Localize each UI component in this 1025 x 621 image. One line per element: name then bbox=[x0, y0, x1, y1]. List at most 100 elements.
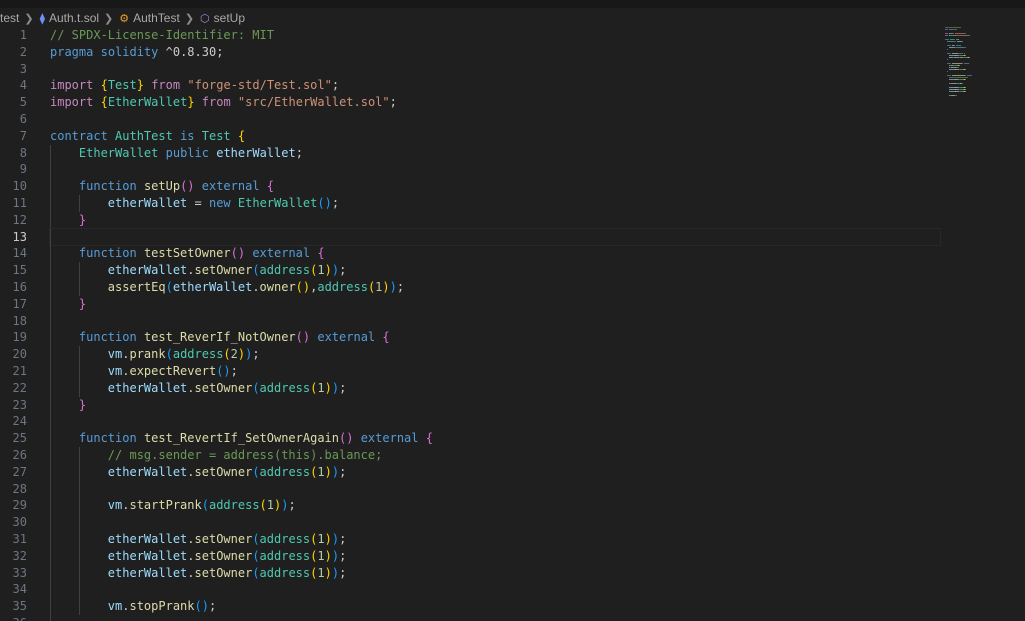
line-number: 5 bbox=[19, 95, 27, 110]
line-number: 14 bbox=[12, 246, 27, 261]
breadcrumb-method[interactable]: ⬡ setUp bbox=[200, 11, 245, 25]
indent-guide bbox=[50, 278, 51, 296]
code-token: function bbox=[78, 179, 137, 194]
minimap-mark bbox=[957, 67, 959, 68]
code-line[interactable] bbox=[50, 480, 940, 498]
minimap-mark bbox=[958, 39, 959, 40]
indent-guide bbox=[78, 362, 80, 380]
line-number: 29 bbox=[12, 498, 27, 513]
code-token: ( bbox=[165, 347, 173, 362]
code-line[interactable] bbox=[50, 61, 940, 78]
line-number: 30 bbox=[12, 515, 27, 530]
code-token: startPrank bbox=[129, 498, 202, 513]
minimap-mark bbox=[947, 41, 953, 42]
breadcrumb-folder[interactable]: test bbox=[0, 11, 19, 25]
code-token: ; bbox=[339, 548, 347, 563]
code-token: . bbox=[187, 548, 195, 563]
code-token: address bbox=[259, 531, 311, 546]
minimap-mark bbox=[958, 35, 969, 36]
code-line[interactable]: // msg.sender = address(this).balance; bbox=[50, 446, 940, 464]
breadcrumb-contract[interactable]: ⚙ AuthTest bbox=[119, 11, 180, 25]
breadcrumb-file[interactable]: ⧫ Auth.t.sol bbox=[40, 11, 99, 25]
code-token: vm bbox=[107, 363, 123, 378]
code-line[interactable] bbox=[50, 111, 940, 128]
code-line[interactable]: etherWallet.setOwner(address(1)); bbox=[50, 547, 940, 565]
code-token: ) bbox=[389, 279, 397, 294]
code-line[interactable]: etherWallet = new EtherWallet(); bbox=[50, 194, 940, 212]
code-line[interactable]: contract AuthTest is Test { bbox=[50, 128, 940, 145]
line-number: 16 bbox=[12, 279, 27, 294]
code-line[interactable]: function test_RevertIf_SetOwnerAgain() e… bbox=[50, 430, 940, 447]
line-number: 11 bbox=[12, 195, 27, 210]
code-line[interactable]: vm.stopPrank(); bbox=[50, 598, 940, 615]
code-token: setOwner bbox=[194, 263, 253, 278]
code-token: address bbox=[317, 279, 368, 294]
code-line[interactable]: } bbox=[50, 211, 940, 229]
line-number: 3 bbox=[19, 61, 27, 76]
code-line[interactable]: vm.startPrank(address(1)); bbox=[50, 497, 940, 515]
code-token: . bbox=[252, 279, 260, 294]
code-editor[interactable]: 1 2 3 4 5 6 7 8 9 10 11 12 13 14 15 16 17 18 19 20 21 22 23 24 2… bbox=[0, 27, 1025, 621]
minimap-mark bbox=[949, 39, 954, 40]
code-line[interactable]: import {EtherWallet} from "src/EtherWall… bbox=[50, 94, 940, 111]
code-token: address bbox=[259, 565, 311, 580]
code-line[interactable]: function setUp() external { bbox=[50, 178, 940, 195]
code-token: 2 bbox=[230, 347, 238, 362]
indent-guide bbox=[50, 581, 51, 599]
code-token: function bbox=[78, 246, 137, 261]
indent-guide bbox=[78, 194, 80, 212]
class-symbol-icon: ⚙ bbox=[119, 12, 130, 25]
code-line[interactable] bbox=[50, 312, 940, 330]
code-line[interactable]: EtherWallet public etherWallet; bbox=[50, 144, 940, 162]
line-number: 15 bbox=[12, 263, 27, 278]
code-line[interactable]: assertEq(etherWallet.owner(),address(1))… bbox=[50, 278, 940, 296]
minimap-mark bbox=[965, 89, 966, 90]
code-token: ; bbox=[339, 263, 347, 278]
code-token: } bbox=[187, 95, 195, 110]
code-line[interactable]: function testSetOwner() external { bbox=[50, 245, 940, 263]
code-token: etherWallet bbox=[107, 263, 188, 278]
minimap-mark bbox=[951, 63, 962, 64]
indent-guide bbox=[50, 598, 51, 615]
code-line[interactable] bbox=[49, 227, 941, 247]
code-token: address bbox=[259, 380, 311, 395]
code-line[interactable] bbox=[50, 514, 940, 531]
indent-guide bbox=[50, 547, 51, 565]
code-area[interactable]: // SPDX-License-Identifier: MIT pragma so… bbox=[49, 27, 941, 621]
line-number: 23 bbox=[12, 397, 27, 412]
minimap-mark bbox=[968, 63, 969, 64]
code-token: 1 bbox=[317, 263, 325, 278]
code-token: setOwner bbox=[194, 548, 253, 563]
code-line[interactable]: etherWallet.setOwner(address(1)); bbox=[50, 262, 940, 279]
code-line[interactable] bbox=[50, 161, 940, 179]
code-line[interactable] bbox=[50, 581, 940, 599]
breadcrumb-contract-label: AuthTest bbox=[133, 11, 180, 25]
minimap-mark bbox=[949, 77, 968, 78]
code-line[interactable]: etherWallet.setOwner(address(1)); bbox=[50, 564, 940, 582]
code-line[interactable]: vm.prank(address(2)); bbox=[50, 346, 940, 363]
code-line[interactable]: } bbox=[50, 396, 940, 414]
minimap[interactable] bbox=[945, 27, 1015, 117]
code-line[interactable]: pragma solidity ^0.8.30; bbox=[50, 44, 940, 61]
code-line[interactable]: import {Test} from "forge-std/Test.sol"; bbox=[50, 77, 940, 94]
code-line[interactable]: } bbox=[50, 295, 940, 313]
code-line[interactable]: function test_ReverIf_NotOwner() externa… bbox=[50, 329, 940, 347]
code-line[interactable]: vm.expectRevert(); bbox=[50, 362, 940, 380]
code-line[interactable]: // SPDX-License-Identifier: MIT bbox=[50, 27, 940, 44]
code-token: } bbox=[78, 397, 87, 412]
code-token: 1 bbox=[266, 498, 275, 513]
code-line[interactable] bbox=[50, 413, 940, 431]
code-line[interactable]: etherWallet.setOwner(address(1)); bbox=[50, 530, 940, 548]
minimap-mark bbox=[962, 41, 963, 42]
code-line[interactable]: etherWallet.setOwner(address(1)); bbox=[50, 463, 940, 481]
code-line[interactable] bbox=[50, 614, 940, 621]
code-token: EtherWallet bbox=[107, 95, 188, 110]
code-token: ( bbox=[201, 498, 209, 513]
code-line[interactable]: etherWallet.setOwner(address(1)); bbox=[50, 379, 940, 397]
line-number: 2 bbox=[19, 44, 27, 59]
code-token: () bbox=[339, 431, 354, 446]
